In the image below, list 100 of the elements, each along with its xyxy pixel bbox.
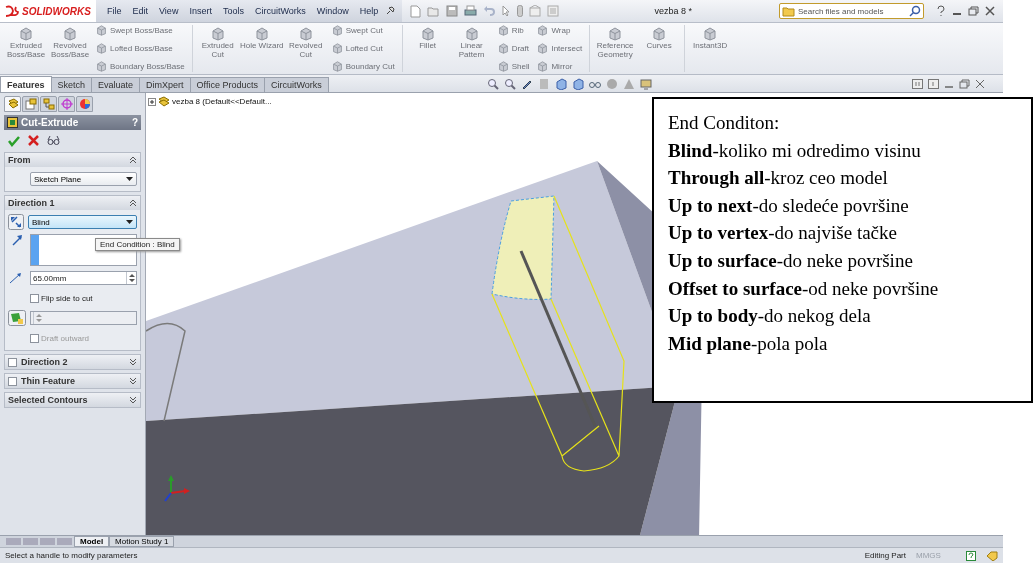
app-logo: SOLIDWORKS: [0, 0, 96, 22]
menu-item[interactable]: File: [102, 4, 127, 18]
ribbon-button[interactable]: Extruded Cut: [195, 25, 240, 72]
menu-item[interactable]: Edit: [127, 4, 154, 18]
panel-tab[interactable]: [4, 96, 21, 112]
sphere-icon[interactable]: [606, 78, 618, 90]
draft-icon[interactable]: [8, 310, 26, 326]
cube-icon: [464, 27, 479, 41]
number-field[interactable]: 65.00mm: [30, 271, 137, 285]
search-icon[interactable]: [909, 5, 921, 17]
ribbon-button[interactable]: Boundary Cut: [345, 62, 395, 71]
ribbon-button[interactable]: Linear Pattern: [449, 25, 494, 72]
open-folder-icon[interactable]: [427, 5, 441, 17]
checkbox[interactable]: [8, 376, 17, 386]
cube-icon[interactable]: [572, 78, 584, 90]
monitor-icon[interactable]: [640, 78, 652, 90]
reverse-direction-icon[interactable]: [8, 214, 24, 230]
axis-triad-drawing: [164, 475, 190, 502]
menu-item[interactable]: Help: [354, 4, 384, 18]
ribbon-button[interactable]: Fillet: [405, 25, 450, 72]
command-tab[interactable]: Sketch: [50, 77, 93, 92]
ribbon-button[interactable]: Swept Cut: [345, 26, 383, 35]
collapse-chevron-icon[interactable]: [129, 199, 137, 207]
feature-tree-item[interactable]: vezba 8 (Default<<Default...: [148, 96, 272, 107]
options-icon[interactable]: [529, 5, 542, 17]
panel-tab[interactable]: [76, 96, 93, 112]
collapse-chevron-icon[interactable]: [129, 156, 137, 164]
expand-chevron-icon[interactable]: [129, 396, 137, 404]
ribbon-button[interactable]: Reference Geometry: [593, 25, 638, 72]
restore-icon[interactable]: [959, 79, 970, 89]
close-icon[interactable]: [28, 135, 39, 146]
cube-icon: [254, 27, 269, 41]
number-field[interactable]: [30, 311, 137, 325]
help-icon[interactable]: [936, 5, 946, 17]
expand-chevron-icon[interactable]: [129, 377, 137, 385]
new-document-icon[interactable]: [410, 4, 422, 18]
ribbon-button[interactable]: Intersect: [551, 44, 583, 53]
ribbon-button[interactable]: Mirror: [551, 62, 573, 71]
ribbon-button[interactable]: Revolved Boss/Base: [48, 25, 92, 72]
ribbon-button[interactable]: Instant3D: [688, 25, 733, 72]
cube-icon: [331, 43, 343, 54]
command-tab[interactable]: Evaluate: [91, 77, 141, 92]
dropdown[interactable]: Blind: [28, 215, 137, 229]
ribbon-button[interactable]: Lofted Cut: [345, 44, 383, 53]
ribbon-button[interactable]: Lofted Boss/Base: [110, 44, 173, 53]
pen-icon[interactable]: [521, 78, 533, 90]
close-icon[interactable]: [985, 6, 995, 16]
cone-icon[interactable]: [623, 78, 635, 90]
annotation-text: Up to body-do nekog dela: [668, 304, 872, 329]
help-icon[interactable]: [966, 550, 976, 561]
annotation-text: Offset to surface-od neke površine: [668, 276, 940, 301]
glasses-icon[interactable]: [47, 135, 60, 146]
ribbon-button[interactable]: Rib: [511, 26, 524, 35]
cube-icon[interactable]: [555, 78, 567, 90]
ribbon-button[interactable]: Curves: [637, 25, 682, 72]
menu-item[interactable]: Insert: [184, 4, 217, 18]
dropdown[interactable]: Sketch Plane: [30, 172, 137, 186]
save-icon[interactable]: [446, 5, 459, 17]
command-tab[interactable]: DimXpert: [139, 77, 191, 92]
command-tab[interactable]: Office Products: [189, 77, 265, 92]
section-title: Direction 2: [21, 357, 69, 367]
annotation-text: Blind-koliko mi odredimo visinu: [668, 138, 922, 163]
search-field[interactable]: Search files and models: [779, 3, 924, 19]
menu-item[interactable]: Tools: [217, 4, 249, 18]
panel-tab[interactable]: [40, 96, 57, 112]
panel-tab[interactable]: [58, 96, 75, 112]
pin-icon[interactable]: [384, 5, 397, 17]
zoom-area-icon[interactable]: [504, 78, 516, 90]
ribbon-button[interactable]: Wrap: [551, 26, 571, 35]
zoom-icon[interactable]: [487, 78, 499, 90]
command-tab[interactable]: Features: [0, 76, 52, 92]
menu-item[interactable]: View: [154, 4, 184, 18]
spinner-arrows-icon[interactable]: [128, 273, 135, 283]
menu-item[interactable]: CircuitWorks: [249, 4, 311, 18]
restore-icon[interactable]: [968, 6, 979, 16]
ribbon-button[interactable]: Draft: [511, 44, 529, 53]
part-icon: [158, 96, 170, 107]
close-icon[interactable]: [975, 79, 985, 89]
cube-icon: [608, 27, 623, 41]
ribbon-button[interactable]: Extruded Boss/Base: [4, 25, 48, 72]
tag-icon[interactable]: [986, 550, 998, 561]
command-tab[interactable]: CircuitWorks: [263, 77, 329, 92]
printer-icon[interactable]: [464, 5, 478, 17]
pointer-icon[interactable]: [501, 5, 512, 17]
split-view-icon[interactable]: [928, 79, 939, 89]
ribbon-button[interactable]: Revolved Cut: [283, 25, 328, 72]
cube-icon: [420, 27, 435, 41]
checkbox[interactable]: [8, 357, 17, 367]
split-view-icon[interactable]: [912, 79, 923, 89]
expand-chevron-icon[interactable]: [129, 358, 137, 366]
ribbon-button[interactable]: Boundary Boss/Base: [110, 62, 185, 71]
ribbon-button[interactable]: Shell: [511, 62, 530, 71]
expand-icon[interactable]: [148, 97, 156, 106]
checkbox[interactable]: Flip side to cut: [30, 293, 93, 303]
panel-tab[interactable]: [22, 96, 39, 112]
ribbon-button[interactable]: Swept Boss/Base: [110, 26, 173, 35]
menu-item[interactable]: Window: [311, 4, 354, 18]
checkmark-icon[interactable]: [8, 135, 20, 147]
ribbon-button[interactable]: Hole Wizard: [239, 25, 284, 72]
help-button[interactable]: ?: [131, 117, 138, 128]
